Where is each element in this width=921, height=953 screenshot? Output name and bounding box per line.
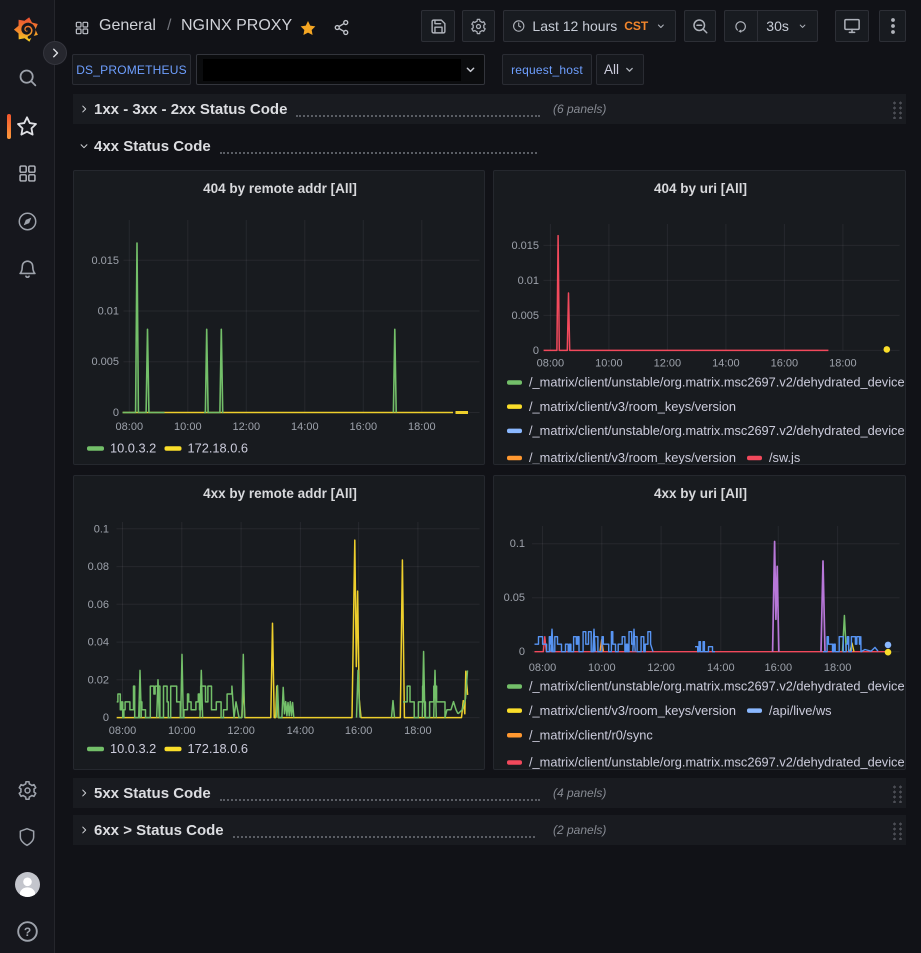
svg-text:10:00: 10:00: [168, 725, 196, 737]
svg-text:0: 0: [113, 407, 119, 419]
svg-text:0.015: 0.015: [511, 240, 539, 252]
svg-text:16:00: 16:00: [771, 358, 799, 370]
svg-text:10:00: 10:00: [174, 421, 202, 433]
svg-text:12:00: 12:00: [227, 725, 255, 737]
svg-text:0.1: 0.1: [94, 523, 109, 535]
svg-text:/_matrix/client/unstable/org.m: /_matrix/client/unstable/org.matrix.msc2…: [529, 423, 905, 438]
svg-text:14:00: 14:00: [291, 421, 319, 433]
svg-text:14:00: 14:00: [712, 358, 740, 370]
svg-text:08:00: 08:00: [529, 662, 557, 674]
svg-text:18:00: 18:00: [404, 725, 432, 737]
svg-text:10:00: 10:00: [595, 358, 623, 370]
svg-text:14:00: 14:00: [707, 662, 735, 674]
svg-text:10.0.3.2: 10.0.3.2: [110, 441, 156, 456]
svg-text:0.005: 0.005: [91, 356, 119, 368]
svg-text:0.06: 0.06: [88, 599, 109, 611]
svg-text:0: 0: [103, 712, 109, 724]
svg-text:/_matrix/client/v3/room_keys/v: /_matrix/client/v3/room_keys/version: [529, 450, 736, 464]
svg-text:0.015: 0.015: [91, 255, 119, 267]
svg-text:0.04: 0.04: [88, 637, 109, 649]
svg-text:18:00: 18:00: [824, 662, 852, 674]
svg-text:08:00: 08:00: [537, 358, 565, 370]
svg-text:0.005: 0.005: [511, 310, 539, 322]
svg-text:10.0.3.2: 10.0.3.2: [110, 741, 156, 756]
svg-text:0: 0: [519, 646, 525, 658]
svg-text:0.1: 0.1: [510, 538, 525, 550]
svg-text:12:00: 12:00: [654, 358, 682, 370]
svg-text:0.05: 0.05: [504, 592, 525, 604]
svg-text:16:00: 16:00: [765, 662, 793, 674]
svg-text:4xx by uri [All]: 4xx by uri [All]: [654, 486, 747, 501]
svg-text:172.18.0.6: 172.18.0.6: [188, 741, 249, 756]
svg-text:/_matrix/client/v3/room_keys/v: /_matrix/client/v3/room_keys/version: [529, 703, 736, 718]
svg-text:/sw.js: /sw.js: [769, 450, 800, 464]
svg-text:?: ?: [24, 925, 31, 939]
svg-text:404 by remote addr [All]: 404 by remote addr [All]: [203, 181, 357, 196]
svg-text:12:00: 12:00: [647, 662, 675, 674]
svg-text:/_matrix/client/unstable/org.m: /_matrix/client/unstable/org.matrix.msc2…: [529, 755, 905, 769]
svg-text:172.18.0.6: 172.18.0.6: [188, 441, 249, 456]
svg-text:16:00: 16:00: [345, 725, 373, 737]
svg-text:08:00: 08:00: [109, 725, 137, 737]
svg-text:12:00: 12:00: [233, 421, 261, 433]
svg-text:18:00: 18:00: [408, 421, 436, 433]
svg-text:0: 0: [533, 345, 539, 357]
svg-text:0.01: 0.01: [518, 275, 539, 287]
svg-text:0.01: 0.01: [98, 306, 119, 318]
svg-text:0.08: 0.08: [88, 561, 109, 573]
svg-text:18:00: 18:00: [829, 358, 857, 370]
svg-text:/_matrix/client/v3/room_keys/v: /_matrix/client/v3/room_keys/version: [529, 399, 736, 414]
svg-text:08:00: 08:00: [116, 421, 144, 433]
svg-text:404 by uri [All]: 404 by uri [All]: [654, 181, 747, 196]
svg-text:16:00: 16:00: [350, 421, 378, 433]
svg-text:/_matrix/client/unstable/org.m: /_matrix/client/unstable/org.matrix.msc2…: [529, 679, 905, 694]
svg-text:14:00: 14:00: [287, 725, 315, 737]
svg-text:/api/live/ws: /api/live/ws: [769, 703, 832, 718]
svg-text:4xx by remote addr [All]: 4xx by remote addr [All]: [203, 486, 357, 501]
svg-text:0.02: 0.02: [88, 674, 109, 686]
svg-text:/_matrix/client/unstable/org.m: /_matrix/client/unstable/org.matrix.msc2…: [529, 375, 905, 390]
svg-text:/_matrix/client/r0/sync: /_matrix/client/r0/sync: [529, 727, 653, 742]
svg-text:10:00: 10:00: [588, 662, 616, 674]
